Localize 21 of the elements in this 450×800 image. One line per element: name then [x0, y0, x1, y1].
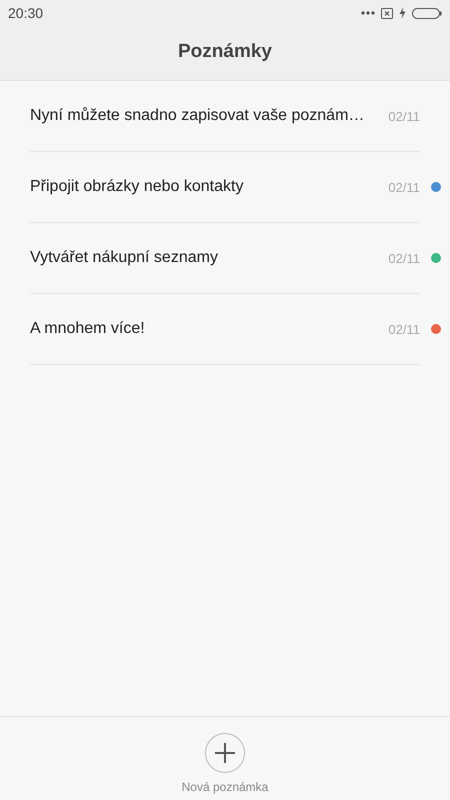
status-time: 20:30 [8, 5, 44, 21]
note-title: Vytvářet nákupní seznamy [30, 249, 219, 267]
note-date: 02/11 [388, 180, 420, 194]
more-dots-icon [361, 11, 375, 15]
plus-icon [214, 742, 236, 764]
no-sim-icon [381, 8, 393, 18]
note-title: A mnohem více! [30, 320, 146, 338]
note-title: Připojit obrázky nebo kontakty [30, 178, 244, 196]
add-note-button[interactable] [205, 733, 245, 773]
add-note-label: Nová poznámka [182, 780, 268, 794]
charging-icon [399, 7, 406, 19]
screen-title: Poznámky [178, 41, 272, 63]
note-item[interactable]: Připojit obrázky nebo kontakty 02/11 [30, 152, 420, 223]
note-date: 02/11 [388, 322, 420, 336]
note-item[interactable]: A mnohem více! 02/11 [30, 294, 420, 365]
note-date: 02/11 [388, 250, 420, 266]
battery-icon [412, 8, 442, 18]
note-item[interactable]: Nyní můžete snadno zapisovat vaše poznám… 02/11 [30, 81, 420, 152]
note-date: 02/11 [388, 108, 420, 124]
note-item[interactable]: Vytvářet nákupní seznamy 02/11 [30, 223, 420, 294]
note-title: Nyní můžete snadno zapisovat vaše poznám… [30, 107, 366, 125]
